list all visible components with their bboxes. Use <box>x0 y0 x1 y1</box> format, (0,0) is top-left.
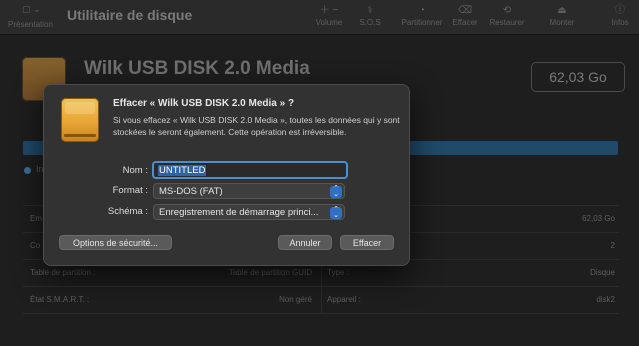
info-value: 2 <box>610 241 615 250</box>
info-key: Em <box>30 214 42 223</box>
plus-minus-icon: ＋ − <box>319 5 339 16</box>
name-value: UNTITLED <box>158 165 207 176</box>
info-value: Non géré <box>279 295 312 304</box>
up-down-chevron-icon: ⌃ ⌄ <box>330 206 342 219</box>
disk-title: Wilk USB DISK 2.0 Media <box>84 58 310 79</box>
scheme-select[interactable]: Enregistrement de démarrage princi... ⌃ ⌄ <box>153 204 345 220</box>
info-value: 62,03 Go <box>582 214 615 223</box>
restore-button[interactable]: ⟲ Restaurer <box>484 4 530 27</box>
disk-shine <box>65 102 95 114</box>
info-key: Co <box>30 241 41 250</box>
mount-icon: ⏏ <box>557 5 567 16</box>
erase-button[interactable]: ⌫ Effacer <box>442 4 488 27</box>
partition-button[interactable]: ◔ Partitionner <box>399 4 445 27</box>
format-value: MS-DOS (FAT) <box>159 186 223 197</box>
restore-icon: ⟲ <box>502 5 512 16</box>
info-key: État S.M.A.R.T. : <box>30 295 90 304</box>
window-title: Utilitaire de disque <box>67 7 193 23</box>
external-disk-icon <box>61 98 99 142</box>
security-options-button[interactable]: Options de sécurité... <box>59 235 172 250</box>
erase-icon: ⌫ <box>457 5 473 16</box>
dialog-title: Effacer « Wilk USB DISK 2.0 Media » ? <box>113 98 295 109</box>
info-value: Disque <box>590 268 615 277</box>
disk-stripe <box>64 134 96 137</box>
name-label: Nom : <box>122 165 148 176</box>
info-icon: ⓘ <box>615 5 625 16</box>
up-down-chevron-icon: ⌃ ⌄ <box>330 185 342 198</box>
first-aid-button[interactable]: ⚕ S.O.S <box>347 4 393 27</box>
format-label: Format : <box>112 185 148 196</box>
toolbar: ▢ ⌄ Présentation Utilitaire de disque ＋ … <box>0 0 639 35</box>
name-field[interactable]: UNTITLED <box>152 161 348 179</box>
disk-utility-window: ▢ ⌄ Présentation Utilitaire de disque ＋ … <box>0 0 639 346</box>
dialog-message: Si vous effacez « Wilk USB DISK 2.0 Medi… <box>113 115 400 137</box>
erase-dialog: Effacer « Wilk USB DISK 2.0 Media » ? Si… <box>43 84 410 266</box>
cancel-button[interactable]: Annuler <box>278 235 332 250</box>
scheme-label: Schéma : <box>107 206 148 217</box>
format-select[interactable]: MS-DOS (FAT) ⌃ ⌄ <box>153 183 345 199</box>
info-value: disk2 <box>596 295 615 304</box>
sidebar-toggle-icon[interactable]: ▢ ⌄ <box>22 4 46 14</box>
presentation-label[interactable]: Présentation <box>8 20 53 29</box>
divider <box>321 287 322 313</box>
disk-size-badge: 62,03 Go <box>531 62 625 92</box>
info-button[interactable]: ⓘ Infos <box>602 4 638 27</box>
info-row: État S.M.A.R.T. : Non géré Appareil : di… <box>23 287 619 314</box>
legend-dot-icon <box>24 167 31 174</box>
scheme-value: Enregistrement de démarrage princi... <box>159 207 319 218</box>
stethoscope-icon: ⚕ <box>367 5 373 16</box>
mount-button[interactable]: ⏏ Monter <box>539 4 585 27</box>
volume-button[interactable]: ＋ − Volume <box>306 4 352 27</box>
partition-icon: ◔ <box>418 5 426 16</box>
erase-confirm-button[interactable]: Effacer <box>340 235 394 250</box>
info-key: Appareil : <box>327 295 361 304</box>
